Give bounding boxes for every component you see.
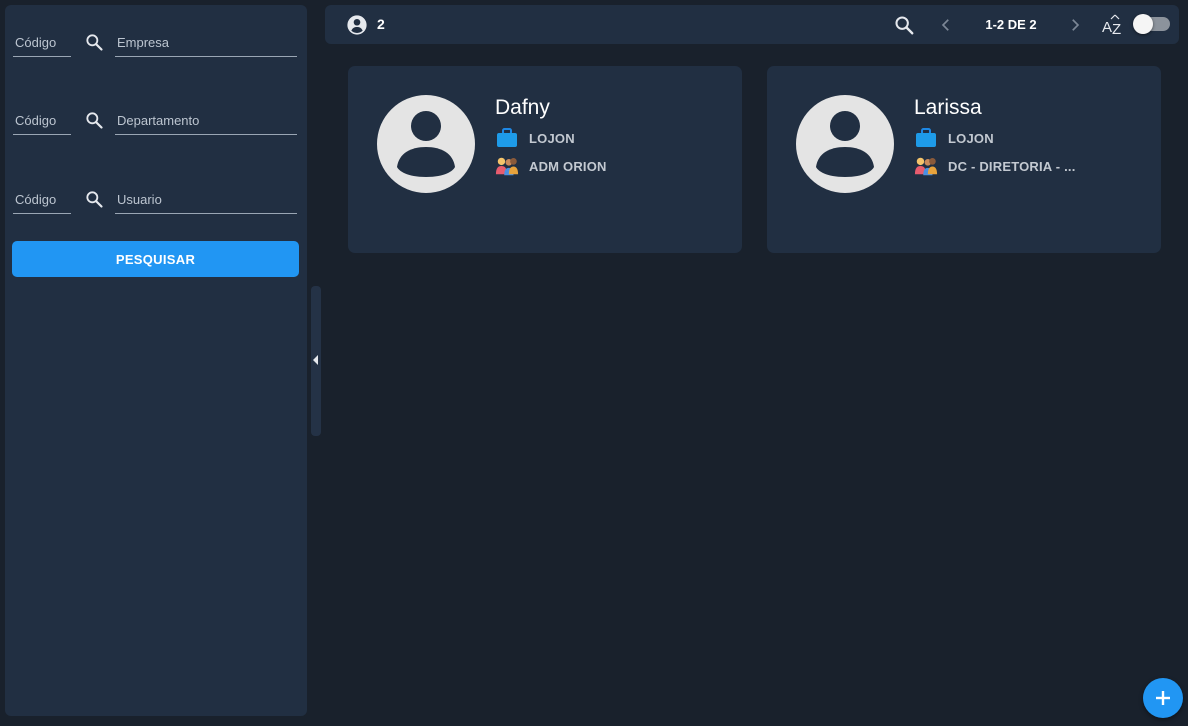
- department-row: DC - DIRETORIA - ...: [914, 155, 1076, 177]
- pesquisar-button[interactable]: PESQUISAR: [12, 241, 299, 277]
- department-row: ADM ORION: [495, 155, 607, 177]
- empresa-code-label: Código: [15, 35, 57, 50]
- app: Código Empresa Código Departamento Códig…: [0, 0, 1188, 726]
- empresa-code-input[interactable]: Código: [13, 29, 71, 57]
- toggle-knob: [1133, 14, 1153, 34]
- user-card[interactable]: Larissa LOJON DC - DIRETORIA - ...: [767, 66, 1161, 253]
- company-name: LOJON: [948, 130, 994, 146]
- sort-az-icon[interactable]: A Z: [1101, 13, 1125, 37]
- empresa-name-label: Empresa: [117, 35, 170, 50]
- departamento-code-input[interactable]: Código: [13, 107, 71, 135]
- people-group-icon: [495, 155, 519, 177]
- empresa-name-input[interactable]: Empresa: [115, 29, 297, 57]
- department-name: DC - DIRETORIA - ...: [948, 158, 1076, 174]
- company-name: LOJON: [529, 130, 575, 146]
- usuario-name-input[interactable]: Usuario: [115, 186, 297, 214]
- filter-row-usuario: Código Usuario: [13, 186, 299, 214]
- record-count: 2: [377, 16, 385, 32]
- departamento-name-label: Departamento: [117, 113, 200, 128]
- company-row: LOJON: [914, 127, 994, 149]
- usuario-search-icon[interactable]: [83, 188, 105, 210]
- usuario-code-input[interactable]: Código: [13, 186, 71, 214]
- filter-row-departamento: Código Departamento: [13, 107, 299, 135]
- usuario-code-label: Código: [15, 192, 57, 207]
- sort-toggle-switch[interactable]: [1133, 14, 1170, 34]
- department-name: ADM ORION: [529, 158, 607, 174]
- company-row: LOJON: [495, 127, 575, 149]
- pagination-label: 1-2 DE 2: [985, 17, 1037, 32]
- avatar: [377, 95, 475, 193]
- sidebar-collapse-handle[interactable]: [311, 286, 321, 436]
- user-card[interactable]: Dafny LOJON ADM ORION: [348, 66, 742, 253]
- departamento-search-icon[interactable]: [83, 109, 105, 131]
- svg-text:Z: Z: [1112, 21, 1121, 37]
- plus-icon: [1156, 691, 1170, 705]
- add-button[interactable]: [1143, 678, 1183, 718]
- toolbar: 2 1-2 DE 2 A Z: [325, 5, 1179, 44]
- briefcase-icon: [914, 127, 938, 149]
- empresa-search-icon[interactable]: [83, 31, 105, 53]
- filter-row-empresa: Código Empresa: [13, 29, 299, 57]
- people-group-icon: [914, 155, 938, 177]
- chevron-left-icon: [313, 355, 318, 365]
- next-page-icon[interactable]: [1064, 14, 1086, 36]
- departamento-code-label: Código: [15, 113, 57, 128]
- usuario-name-label: Usuario: [117, 192, 162, 207]
- briefcase-icon: [495, 127, 519, 149]
- user-name: Dafny: [495, 96, 550, 119]
- account-circle-icon: [347, 15, 367, 35]
- previous-page-icon[interactable]: [935, 14, 957, 36]
- toolbar-search-icon[interactable]: [892, 13, 916, 37]
- user-name: Larissa: [914, 96, 982, 119]
- svg-text:A: A: [1102, 19, 1112, 36]
- departamento-name-input[interactable]: Departamento: [115, 107, 297, 135]
- avatar: [796, 95, 894, 193]
- filter-sidebar: Código Empresa Código Departamento Códig…: [5, 5, 307, 716]
